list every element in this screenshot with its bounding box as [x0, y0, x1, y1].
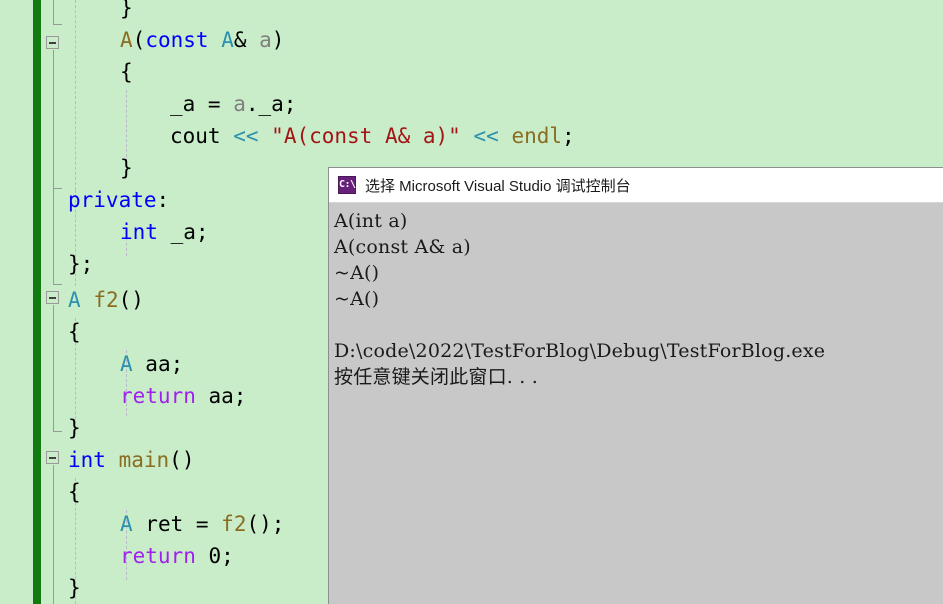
console-output-line: A(const A& a)	[334, 236, 471, 258]
debug-console-window[interactable]: C:\ 选择 Microsoft Visual Studio 调试控制台 A(i…	[328, 167, 943, 604]
code-line: return 0;	[120, 544, 234, 568]
console-output-exe-path: D:\code\2022\TestForBlog\Debug\TestForBl…	[334, 340, 826, 362]
code-line: return aa;	[120, 384, 247, 408]
console-output-line: A(int a)	[334, 210, 408, 232]
screen-root: } A(const A& a) { _a = a._a; cout << "A(…	[0, 0, 943, 604]
console-app-icon: C:\	[338, 176, 356, 194]
code-line: {	[68, 480, 81, 504]
code-line: };	[68, 252, 94, 276]
code-line: }	[68, 416, 81, 440]
console-output-prompt: 按任意键关闭此窗口. . .	[334, 366, 538, 388]
code-line: int _a;	[120, 220, 209, 244]
code-line: }	[68, 576, 81, 600]
console-window-title: 选择 Microsoft Visual Studio 调试控制台	[365, 177, 631, 195]
code-line: A ret = f2();	[120, 512, 285, 536]
console-output-line: ~A()	[334, 262, 380, 284]
code-line: int main()	[68, 448, 195, 472]
code-line: {	[120, 60, 133, 84]
code-line: A aa;	[120, 352, 184, 376]
code-line: _a = a._a;	[170, 92, 297, 116]
console-output-blank-line	[334, 312, 943, 338]
console-output-area[interactable]: A(int a) A(const A& a) ~A() ~A() D:\code…	[330, 204, 943, 604]
code-line: private:	[68, 188, 170, 212]
code-line: {	[68, 320, 81, 344]
code-line: cout << "A(const A& a)" << endl;	[170, 124, 575, 148]
code-line: }	[120, 0, 133, 20]
code-line: }	[120, 156, 133, 180]
code-line: A f2()	[68, 288, 144, 312]
code-line: A(const A& a)	[120, 28, 285, 52]
console-output-line: ~A()	[334, 288, 380, 310]
console-titlebar[interactable]: C:\ 选择 Microsoft Visual Studio 调试控制台	[329, 168, 943, 203]
console-icon-glyph: C:\	[339, 179, 356, 190]
